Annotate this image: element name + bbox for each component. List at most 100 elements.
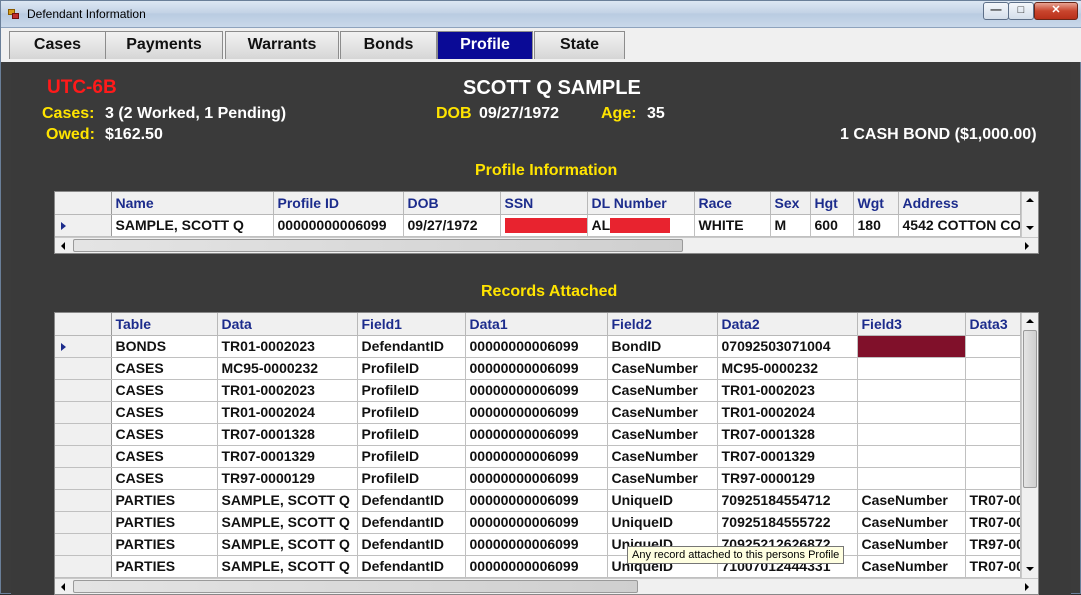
records-horizontal-scrollbar[interactable] [55,578,1038,594]
cell-field3[interactable]: CaseNumber [857,489,966,512]
cell-data2[interactable]: TR97-0000129 [717,467,858,490]
scroll-left-icon[interactable] [61,583,65,591]
cell-field1[interactable]: ProfileID [357,379,466,402]
column-header[interactable]: Wgt [853,192,899,215]
column-header[interactable]: Hgt [810,192,854,215]
scroll-down-icon[interactable] [1026,226,1034,230]
column-header[interactable]: Sex [770,192,811,215]
cell-field2[interactable]: CaseNumber [607,401,718,424]
column-header[interactable]: Race [694,192,771,215]
column-header[interactable]: Field2 [607,313,718,336]
row-selector[interactable] [55,489,112,512]
minimize-button[interactable]: — [983,2,1009,20]
cell-data1[interactable]: 00000000006099 [465,511,608,534]
cell-dl-number[interactable]: AL [587,214,695,237]
cell-table[interactable]: CASES [111,357,218,380]
profile-vertical-scrollbar[interactable] [1021,192,1038,237]
table-row[interactable]: PARTIES SAMPLE, SCOTT Q DefendantID 0000000… [55,555,1021,578]
tab-profile[interactable]: Profile [437,31,533,59]
cell-field3[interactable] [857,401,966,424]
row-selector[interactable] [55,214,112,237]
row-selector[interactable] [55,357,112,380]
cell-profile-id[interactable]: 00000000006099 [273,214,404,237]
cell-field1[interactable]: DefendantID [357,335,466,358]
column-header[interactable]: DOB [403,192,501,215]
cell-field2[interactable]: CaseNumber [607,467,718,490]
table-row[interactable]: CASES TR01-0002024 ProfileID 00000000006099… [55,401,1021,424]
column-header[interactable]: SSN [500,192,588,215]
column-header[interactable]: DL Number [587,192,695,215]
scroll-left-icon[interactable] [61,242,65,250]
cell-data3[interactable] [965,357,1021,380]
cell-hgt[interactable]: 600 [810,214,854,237]
cell-data[interactable]: TR07-0001328 [217,423,358,446]
scroll-thumb[interactable] [73,580,638,593]
cell-field3[interactable] [857,423,966,446]
cell-field3[interactable]: CaseNumber [857,511,966,534]
cell-data1[interactable]: 00000000006099 [465,467,608,490]
cell-field3[interactable] [857,445,966,468]
cell-data1[interactable]: 00000000006099 [465,533,608,556]
cell-field3[interactable] [857,357,966,380]
cell-field3[interactable] [857,467,966,490]
cell-field1[interactable]: ProfileID [357,467,466,490]
cell-table[interactable]: CASES [111,379,218,402]
cell-data[interactable]: SAMPLE, SCOTT Q [217,555,358,578]
scroll-up-icon[interactable] [1026,319,1034,323]
column-header[interactable]: Data2 [717,313,858,336]
table-row[interactable]: BONDS TR01-0002023 DefendantID 000000000060… [55,335,1021,358]
column-header[interactable]: Data3 [965,313,1021,336]
cell-data[interactable]: TR01-0002024 [217,401,358,424]
cell-data[interactable]: SAMPLE, SCOTT Q [217,511,358,534]
cell-field2[interactable]: UniqueID [607,511,718,534]
cell-data3[interactable]: TR07-00 [965,489,1021,512]
cell-race[interactable]: WHITE [694,214,771,237]
cell-sex[interactable]: M [770,214,811,237]
row-selector[interactable] [55,467,112,490]
cell-dob[interactable]: 09/27/1972 [403,214,501,237]
cell-address[interactable]: 4542 COTTON CO [898,214,1021,237]
table-row[interactable]: SAMPLE, SCOTT Q 00000000006099 09/27/197… [55,214,1021,237]
cell-field1[interactable]: ProfileID [357,445,466,468]
cell-data[interactable]: TR07-0001329 [217,445,358,468]
cell-data3[interactable]: TR07-00 [965,555,1021,578]
cell-data1[interactable]: 00000000006099 [465,379,608,402]
cell-data2[interactable]: 70925184555722 [717,511,858,534]
cell-data2[interactable]: TR01-0002023 [717,379,858,402]
cell-table[interactable]: CASES [111,401,218,424]
cell-field1[interactable]: DefendantID [357,555,466,578]
cell-data3[interactable] [965,423,1021,446]
cell-field1[interactable]: DefendantID [357,489,466,512]
profile-grid[interactable]: Name Profile ID DOB SSN DL Number Race S… [54,191,1039,254]
row-selector[interactable] [55,533,112,556]
cell-field3[interactable]: CaseNumber [857,533,966,556]
cell-field1[interactable]: DefendantID [357,533,466,556]
cell-data1[interactable]: 00000000006099 [465,401,608,424]
cell-field2[interactable]: CaseNumber [607,445,718,468]
tab-payments[interactable]: Payments [105,31,223,59]
cell-data3[interactable] [965,335,1021,358]
column-header[interactable]: Field3 [857,313,966,336]
scroll-right-icon[interactable] [1025,583,1029,591]
cell-data[interactable]: TR01-0002023 [217,335,358,358]
row-selector[interactable] [55,511,112,534]
cell-field3[interactable] [857,335,966,358]
cell-ssn[interactable] [500,214,588,237]
cell-data[interactable]: SAMPLE, SCOTT Q [217,533,358,556]
cell-name[interactable]: SAMPLE, SCOTT Q [111,214,274,237]
cell-data[interactable]: MC95-0000232 [217,357,358,380]
row-selector[interactable] [55,423,112,446]
cell-field1[interactable]: ProfileID [357,357,466,380]
cell-data3[interactable] [965,379,1021,402]
cell-table[interactable]: CASES [111,467,218,490]
table-row[interactable]: CASES MC95-0000232 ProfileID 00000000006099… [55,357,1021,380]
cell-data1[interactable]: 00000000006099 [465,357,608,380]
column-header[interactable]: Table [111,313,218,336]
cell-table[interactable]: BONDS [111,335,218,358]
cell-table[interactable]: CASES [111,445,218,468]
cell-wgt[interactable]: 180 [853,214,899,237]
close-button[interactable]: ✕ [1034,2,1078,20]
cell-data2[interactable]: TR01-0002024 [717,401,858,424]
row-selector[interactable] [55,379,112,402]
column-header[interactable]: Address [898,192,1021,215]
